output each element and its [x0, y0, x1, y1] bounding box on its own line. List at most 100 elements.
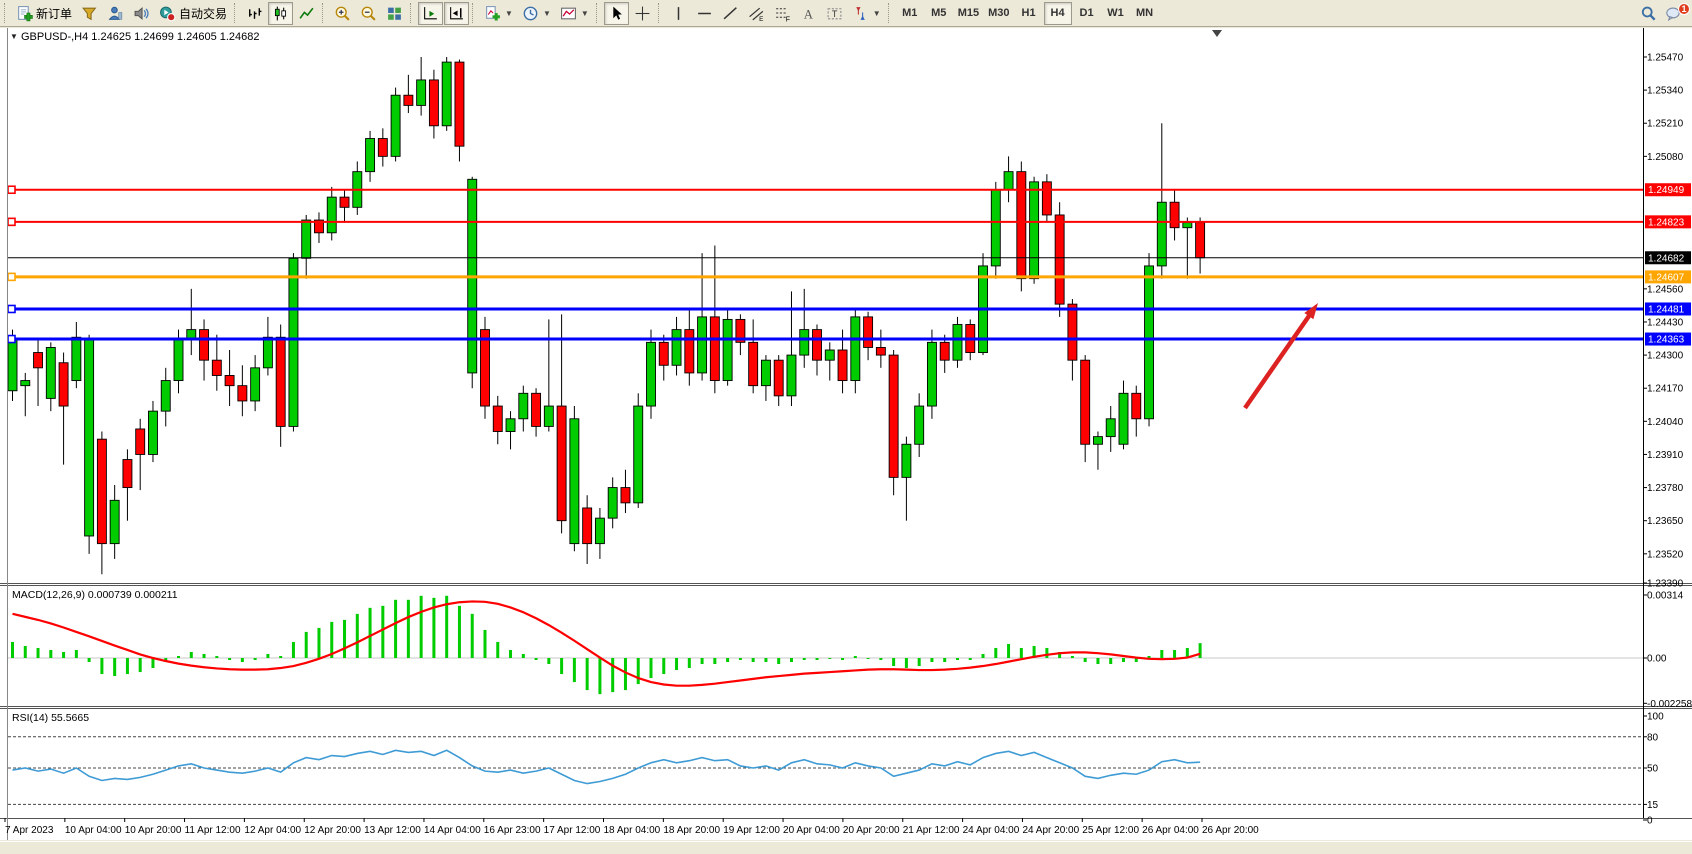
- fibonacci-button[interactable]: F: [770, 2, 795, 25]
- bar-chart-button[interactable]: [242, 2, 267, 25]
- macd-histogram-bar: [803, 658, 806, 660]
- macd-histogram-bar: [547, 658, 550, 664]
- chart-canvas[interactable]: 1.254701.253401.252101.250801.245601.244…: [0, 0, 1692, 854]
- macd-histogram-bar: [203, 654, 206, 658]
- zoom-in-button[interactable]: [330, 2, 355, 25]
- bear-candle: [59, 363, 68, 406]
- horizontal-line-button[interactable]: [692, 2, 717, 25]
- vertical-line-icon: [670, 5, 687, 22]
- macd-histogram-bar: [420, 596, 423, 658]
- metaeditor-button[interactable]: [77, 2, 102, 25]
- svg-text:A: A: [804, 7, 814, 21]
- macd-histogram-bar: [305, 632, 308, 658]
- candlestick-chart-button[interactable]: [268, 2, 293, 25]
- channel-button[interactable]: E: [744, 2, 769, 25]
- timeframe-button-d1[interactable]: D1: [1073, 2, 1101, 25]
- community-button[interactable]: [103, 2, 128, 25]
- bear-candle: [429, 80, 438, 126]
- bull-candle: [327, 197, 336, 233]
- macd-histogram-bar: [369, 608, 372, 658]
- chart-ohlc-readout: ▼ GBPUSD-,H4 1.24625 1.24699 1.24605 1.2…: [10, 31, 260, 43]
- line-anchor-marker[interactable]: [8, 305, 15, 312]
- indicators-button[interactable]: ▼: [480, 2, 517, 25]
- macd-histogram-bar: [598, 658, 601, 694]
- line-anchor-marker[interactable]: [8, 336, 15, 343]
- zoom-out-button[interactable]: [356, 2, 381, 25]
- bull-candle: [417, 80, 426, 105]
- sounds-button[interactable]: [129, 2, 154, 25]
- macd-histogram-bar: [701, 658, 704, 664]
- autotrading-label: 自动交易: [179, 5, 227, 22]
- text-label-button[interactable]: T: [822, 2, 847, 25]
- new-order-button[interactable]: 新订单: [12, 2, 76, 25]
- timeframe-button-mn[interactable]: MN: [1131, 2, 1159, 25]
- macd-histogram-bar: [905, 658, 908, 668]
- bear-candle: [34, 353, 43, 368]
- tile-windows-button[interactable]: [382, 2, 407, 25]
- bull-candle: [72, 337, 81, 380]
- macd-histogram-bar: [982, 654, 985, 658]
- bull-candle: [761, 360, 770, 385]
- price-tick-label: 1.24560: [1647, 284, 1684, 295]
- bear-candle: [876, 347, 885, 355]
- bear-candle: [813, 330, 822, 361]
- auto-scroll-button[interactable]: [418, 2, 443, 25]
- arrows-button[interactable]: ▼: [848, 2, 885, 25]
- bull-candle: [787, 355, 796, 396]
- autotrading-button[interactable]: 自动交易: [155, 2, 231, 25]
- time-tick-label: 17 Apr 12:00: [544, 825, 601, 836]
- timeframe-button-m30[interactable]: M30: [984, 2, 1013, 25]
- toolbar-drag-handle[interactable]: [4, 3, 9, 23]
- line-anchor-marker[interactable]: [8, 186, 15, 193]
- line-anchor-marker[interactable]: [8, 273, 15, 280]
- bear-candle: [1196, 223, 1205, 258]
- templates-button[interactable]: ▼: [556, 2, 593, 25]
- timeframe-button-m1[interactable]: M1: [896, 2, 924, 25]
- price-tick-label: 1.25210: [1647, 119, 1684, 130]
- time-tick-label: 21 Apr 12:00: [903, 825, 960, 836]
- bull-candle: [825, 350, 834, 360]
- main-toolbar: 新订单 自动交易: [0, 0, 1692, 27]
- timeframe-button-m5[interactable]: M5: [925, 2, 953, 25]
- bull-candle: [21, 381, 30, 386]
- bear-candle: [940, 342, 949, 360]
- timeframe-button-h4[interactable]: H4: [1044, 2, 1072, 25]
- macd-tick-label: -0.002258: [1647, 699, 1692, 710]
- timeframe-button-w1[interactable]: W1: [1102, 2, 1130, 25]
- line-anchor-marker[interactable]: [8, 218, 15, 225]
- crosshair-button[interactable]: [630, 2, 655, 25]
- price-tick-label: 1.24430: [1647, 317, 1684, 328]
- time-tick-label: 7 Apr 2023: [5, 825, 54, 836]
- timeframe-button-h1[interactable]: H1: [1015, 2, 1043, 25]
- bear-candle: [774, 360, 783, 396]
- rsi-tick-label: 15: [1647, 800, 1659, 811]
- search-button[interactable]: [1636, 2, 1661, 25]
- bear-candle: [749, 342, 758, 385]
- bull-candle: [289, 258, 298, 426]
- bear-candle: [838, 350, 847, 381]
- bear-candle: [1132, 393, 1141, 418]
- vertical-line-button[interactable]: [666, 2, 691, 25]
- dropdown-arrow-icon: ▼: [581, 9, 589, 18]
- dropdown-arrow-icon: ▼: [505, 9, 513, 18]
- macd-histogram-bar: [37, 648, 40, 658]
- trendline-button[interactable]: [718, 2, 743, 25]
- bull-candle: [302, 220, 311, 258]
- bear-candle: [136, 429, 145, 454]
- macd-histogram-bar: [292, 642, 295, 658]
- cursor-button[interactable]: [604, 2, 629, 25]
- time-tick-label: 20 Apr 20:00: [843, 825, 900, 836]
- macd-tick-label: 0.00: [1647, 654, 1667, 665]
- chart-shift-button[interactable]: [444, 2, 469, 25]
- price-tick-label: 1.24040: [1647, 417, 1684, 428]
- bull-candle: [953, 325, 962, 361]
- periods-button[interactable]: ▼: [518, 2, 555, 25]
- macd-histogram-bar: [407, 600, 410, 658]
- bull-candle: [915, 406, 924, 444]
- text-icon: A: [800, 5, 817, 22]
- timeframe-button-m15[interactable]: M15: [954, 2, 983, 25]
- text-button[interactable]: A: [796, 2, 821, 25]
- bear-candle: [532, 393, 541, 426]
- line-chart-button[interactable]: [294, 2, 319, 25]
- speaker-icon: [133, 5, 150, 22]
